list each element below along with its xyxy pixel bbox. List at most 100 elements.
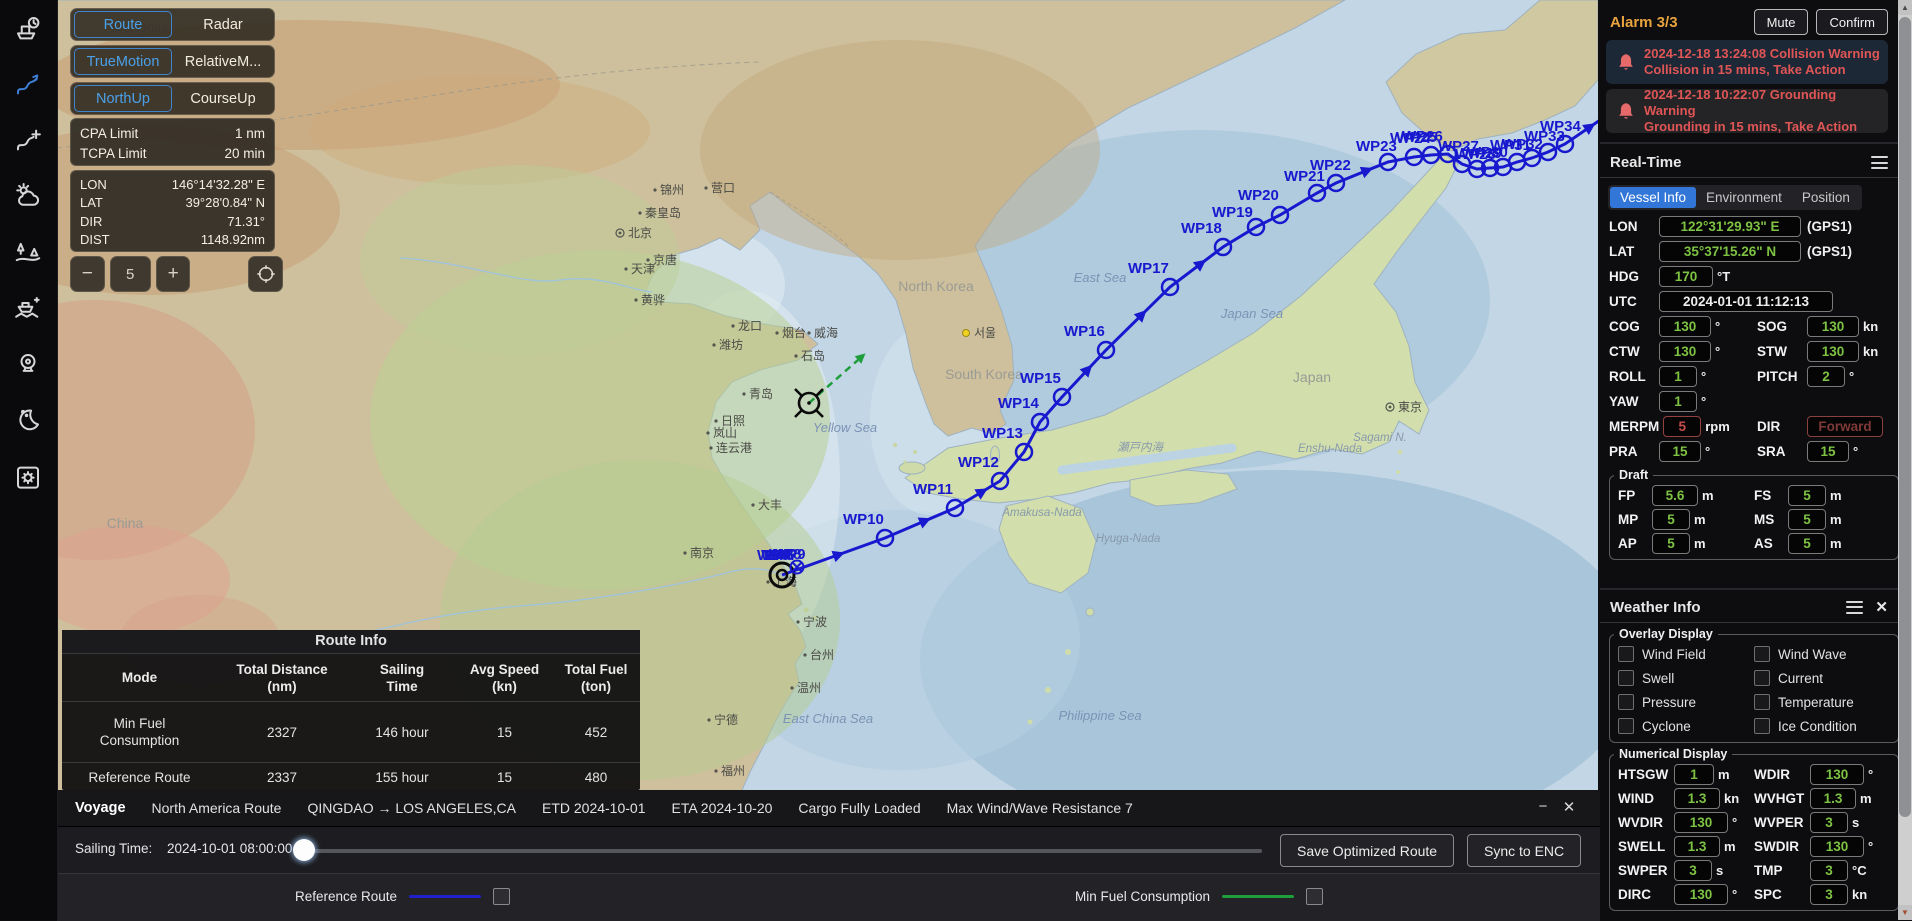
toggle-option-route[interactable]: Route bbox=[74, 11, 172, 38]
checkbox-ice-condition[interactable] bbox=[1754, 718, 1770, 734]
data-row: AP5mAS5m bbox=[1614, 531, 1894, 555]
island bbox=[1398, 450, 1403, 455]
data-row: MERPM5rpmDIRForward bbox=[1600, 414, 1898, 439]
menu-icon[interactable] bbox=[1846, 601, 1863, 614]
navigation-marks-icon[interactable] bbox=[13, 237, 43, 267]
mute-button[interactable]: Mute bbox=[1754, 9, 1809, 35]
field-value: 5 bbox=[1652, 533, 1690, 554]
field-label: SWELL bbox=[1618, 839, 1670, 854]
checkbox-current[interactable] bbox=[1754, 670, 1770, 686]
checkbox-swell[interactable] bbox=[1618, 670, 1634, 686]
surveillance-icon[interactable] bbox=[13, 349, 43, 379]
field-value: 3 bbox=[1810, 884, 1848, 905]
confirm-button[interactable]: Confirm bbox=[1816, 9, 1888, 35]
field-value: 2024-01-01 11:12:13 bbox=[1659, 291, 1833, 312]
svg-text:龙口: 龙口 bbox=[738, 319, 762, 333]
voyage-panel: Voyage North America RouteQINGDAO → LOS … bbox=[57, 790, 1600, 920]
center-on-vessel-button[interactable] bbox=[248, 256, 283, 292]
map-label-sea: Japan Sea bbox=[1220, 306, 1283, 321]
voyage-item: Max Wind/Wave Resistance 7 bbox=[947, 800, 1133, 816]
waypoint-label-WP19: WP19 bbox=[1212, 204, 1253, 221]
cursor-row: LAT39°28'0.84" N bbox=[80, 194, 265, 213]
scrollbar-thumb[interactable] bbox=[1899, 17, 1911, 817]
overlay-option: Wind Wave bbox=[1754, 646, 1890, 662]
field-value: 130 bbox=[1659, 341, 1711, 362]
night-mode-icon[interactable] bbox=[13, 405, 43, 435]
legend-label: Min Fuel Consumption bbox=[1075, 889, 1210, 904]
field-value: 5 bbox=[1788, 485, 1826, 506]
tab-vessel-info[interactable]: Vessel Info bbox=[1610, 187, 1696, 208]
vessel-schedule-icon[interactable] bbox=[13, 14, 43, 44]
alarm-bell-icon bbox=[1616, 52, 1636, 72]
toggle-option-northup[interactable]: NorthUp bbox=[74, 85, 172, 112]
toggle-option-courseup[interactable]: CourseUp bbox=[172, 91, 274, 107]
scroll-down-arrow[interactable]: ▼ bbox=[1898, 905, 1912, 920]
waypoint-label-WP18: WP18 bbox=[1181, 220, 1222, 237]
sync-to-enc-button[interactable]: Sync to ENC bbox=[1467, 834, 1581, 867]
close-icon[interactable]: ✕ bbox=[1560, 798, 1578, 816]
sailing-time-slider-track[interactable] bbox=[300, 849, 1262, 853]
checkbox-wind-field[interactable] bbox=[1618, 646, 1634, 662]
tab-environment[interactable]: Environment bbox=[1696, 187, 1792, 208]
menu-icon[interactable] bbox=[1871, 156, 1888, 169]
svg-text:营口: 营口 bbox=[711, 181, 735, 195]
voyage-item: ETA 2024-10-20 bbox=[672, 800, 773, 816]
toggle-row-truemotion: TrueMotionRelativeM... bbox=[70, 45, 275, 78]
grounding-icon[interactable] bbox=[13, 293, 43, 323]
route-info-cell: 15 bbox=[457, 765, 552, 790]
cursor-row: LON146°14'32.28" E bbox=[80, 175, 265, 194]
toggle-option-relativem[interactable]: RelativeM... bbox=[172, 54, 274, 70]
zoom-out-button[interactable]: − bbox=[70, 256, 105, 292]
field-value: 130 bbox=[1674, 884, 1728, 905]
waypoint-label-WP26: WP26 bbox=[1402, 128, 1443, 145]
alarm-item[interactable]: 2024-12-18 10:22:07 Grounding WarningGro… bbox=[1606, 89, 1888, 133]
waypoint-label-WP17: WP17 bbox=[1128, 260, 1169, 277]
cursor-position-panel: LON146°14'32.28" ELAT39°28'0.84" NDIR71.… bbox=[70, 170, 275, 252]
data-cell: HDG170°T bbox=[1609, 266, 1889, 287]
legend-checkbox[interactable] bbox=[1306, 888, 1323, 905]
route-info-row[interactable]: Reference Route2337155 hour15480 bbox=[62, 762, 640, 792]
data-cell: DIRForward bbox=[1757, 416, 1905, 437]
checkbox-cyclone[interactable] bbox=[1618, 718, 1634, 734]
checkbox-wind-wave[interactable] bbox=[1754, 646, 1770, 662]
checkbox-pressure[interactable] bbox=[1618, 694, 1634, 710]
cursor-label: LAT bbox=[80, 195, 103, 210]
data-cell: MP5m bbox=[1618, 509, 1754, 530]
data-row: YAW1° bbox=[1600, 389, 1898, 414]
field-label: YAW bbox=[1609, 394, 1655, 409]
field-label: SOG bbox=[1757, 319, 1803, 334]
minimize-icon[interactable]: − bbox=[1534, 798, 1552, 815]
field-unit: ° bbox=[1868, 839, 1873, 854]
overlay-row: Wind FieldWind Wave bbox=[1614, 642, 1894, 666]
zoom-in-button[interactable]: + bbox=[156, 256, 191, 292]
weather-icon[interactable] bbox=[13, 181, 43, 211]
alarm-item[interactable]: 2024-12-18 13:24:08 Collision WarningCol… bbox=[1606, 40, 1888, 84]
scroll-up-arrow[interactable]: ▲ bbox=[1898, 0, 1912, 15]
route-monitor-icon[interactable] bbox=[13, 69, 43, 99]
route-info-cell: 452 bbox=[552, 720, 640, 745]
limit-row: TCPA Limit20 min bbox=[80, 143, 265, 163]
zoom-controls: − 5 + bbox=[70, 256, 283, 292]
checkbox-temperature[interactable] bbox=[1754, 694, 1770, 710]
route-info-row[interactable]: Min FuelConsumption2327146 hour15452 bbox=[62, 701, 640, 762]
route-plan-icon[interactable] bbox=[13, 125, 43, 155]
field-label: AP bbox=[1618, 536, 1648, 551]
field-value: 5 bbox=[1652, 509, 1690, 530]
system-settings-icon[interactable] bbox=[13, 462, 43, 492]
checkbox-label: Swell bbox=[1642, 671, 1674, 686]
legend-line bbox=[1222, 895, 1294, 898]
toggle-option-radar[interactable]: Radar bbox=[172, 17, 274, 33]
island bbox=[913, 450, 917, 454]
cursor-value: 146°14'32.28" E bbox=[172, 177, 265, 192]
toggle-option-truemotion[interactable]: TrueMotion bbox=[74, 48, 172, 75]
svg-text:Philippine Sea: Philippine Sea bbox=[1058, 708, 1141, 723]
close-weather-icon[interactable]: ✕ bbox=[1875, 598, 1888, 616]
save-optimized-route-button[interactable]: Save Optimized Route bbox=[1280, 834, 1454, 867]
svg-text:東京: 東京 bbox=[1398, 400, 1422, 414]
data-cell: CTW130° bbox=[1609, 341, 1757, 362]
checkbox-label: Temperature bbox=[1778, 695, 1854, 710]
sailing-time-slider-thumb[interactable] bbox=[293, 839, 315, 861]
page-scrollbar[interactable]: ▲ ▼ bbox=[1898, 0, 1912, 920]
tab-position[interactable]: Position bbox=[1792, 187, 1860, 208]
legend-checkbox[interactable] bbox=[493, 888, 510, 905]
